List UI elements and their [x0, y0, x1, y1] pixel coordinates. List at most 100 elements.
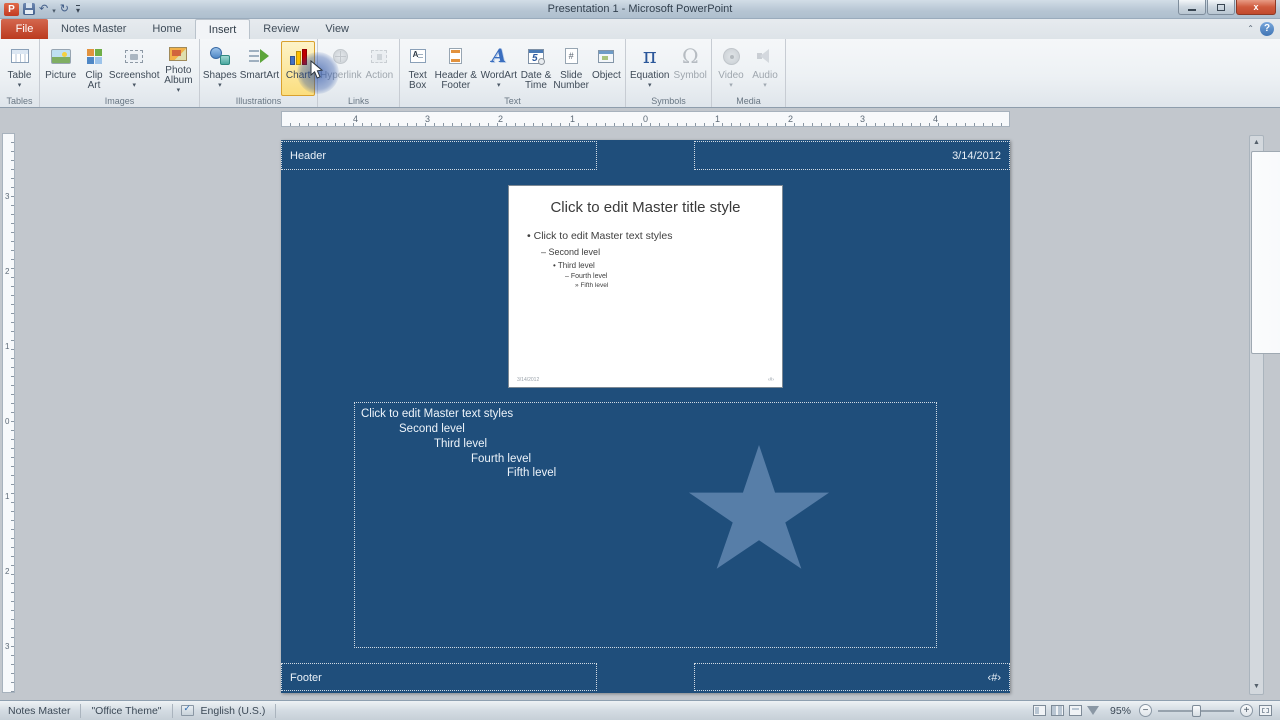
thumbnail-bullet-4: – Fourth level	[565, 273, 608, 280]
status-language[interactable]: English (U.S.)	[199, 705, 268, 717]
notes-line-1: Click to edit Master text styles	[361, 408, 514, 420]
tab-review[interactable]: Review	[250, 19, 312, 39]
zoom-slider-thumb[interactable]	[1192, 704, 1201, 717]
wordart-icon: A	[491, 44, 507, 67]
table-button[interactable]: Table ▾	[2, 41, 37, 96]
clip-art-button[interactable]: Clip Art	[79, 41, 108, 96]
date-placeholder[interactable]: 3/14/2012	[694, 141, 1010, 170]
object-icon	[598, 49, 615, 63]
equation-icon: π	[642, 43, 657, 68]
maximize-button[interactable]	[1207, 0, 1235, 15]
ribbon-group-tables: Table ▾ Tables	[0, 39, 40, 107]
picture-button[interactable]: Picture	[42, 41, 79, 96]
footer-placeholder[interactable]: Footer	[281, 663, 597, 691]
scrollbar-thumb[interactable]	[1251, 151, 1280, 354]
tab-view[interactable]: View	[312, 19, 362, 39]
slide-image-placeholder[interactable]: Click to edit Master title style • Click…	[508, 185, 783, 388]
spellcheck-icon[interactable]	[180, 703, 194, 716]
status-theme-name[interactable]: "Office Theme"	[89, 705, 163, 717]
text-box-button[interactable]: Text Box	[402, 41, 433, 96]
ribbon-group-symbols: π Equation ▾ Ω Symbol Symbols	[626, 39, 712, 107]
wordart-button[interactable]: A WordArt ▾	[478, 41, 519, 96]
slide-sorter-view-icon[interactable]	[1050, 705, 1064, 716]
notes-line-5: Fifth level	[507, 467, 557, 479]
thumbnail-bullet-2: – Second level	[541, 247, 601, 257]
notes-line-4: Fourth level	[471, 453, 532, 465]
zoom-out-button[interactable]: −	[1139, 704, 1152, 717]
fit-to-window-icon[interactable]	[1259, 705, 1272, 716]
close-button[interactable]: x	[1236, 0, 1276, 15]
object-button[interactable]: Object	[590, 41, 623, 96]
zoom-in-button[interactable]: +	[1240, 704, 1253, 717]
help-button[interactable]: ?	[1260, 22, 1274, 36]
minimize-button[interactable]	[1178, 0, 1206, 15]
symbol-icon: Ω	[681, 44, 699, 68]
powerpoint-app-icon[interactable]: P	[4, 2, 19, 16]
thumbnail-date: 3/14/2012	[517, 377, 540, 383]
screenshot-icon	[125, 49, 144, 63]
undo-dropdown-icon[interactable]: ▾	[52, 4, 56, 15]
horizontal-ruler[interactable]: 4 3 2 1 0 1 2 3 4	[281, 111, 1010, 127]
smartart-button[interactable]: SmartArt	[238, 41, 282, 96]
symbol-button: Ω Symbol	[673, 44, 707, 81]
equation-button[interactable]: π Equation ▾	[628, 41, 671, 96]
screenshot-button[interactable]: Screenshot ▾	[109, 41, 160, 96]
photo-album-button[interactable]: Photo Album ▾	[160, 41, 197, 96]
tab-notes-master[interactable]: Notes Master	[48, 19, 139, 39]
slide-number-placeholder[interactable]: ‹#›	[694, 663, 1010, 691]
clip-art-icon	[86, 48, 102, 64]
ribbon: Table ▾ Tables Picture Clip Art Screensho…	[0, 39, 1280, 108]
redo-icon[interactable]: ↻	[60, 3, 69, 15]
slide-show-view-icon[interactable]	[1086, 706, 1099, 715]
thumbnail-title: Click to edit Master title style	[550, 199, 741, 216]
ribbon-group-media: Video ▾ Audio ▾ Media	[712, 39, 786, 107]
text-box-icon	[409, 49, 426, 63]
audio-button: Audio ▾	[748, 41, 782, 96]
notes-master-page[interactable]: Header 3/14/2012 Click to edit Master ti…	[281, 140, 1010, 693]
scroll-up-icon[interactable]: ▲	[1250, 136, 1263, 150]
thumbnail-slide-number: ‹#›	[767, 377, 774, 383]
shapes-button[interactable]: Shapes ▾	[202, 41, 238, 96]
status-bar: Notes Master "Office Theme" English (U.S…	[0, 700, 1280, 720]
undo-icon[interactable]: ↶	[39, 3, 48, 15]
normal-view-icon[interactable]	[1032, 705, 1046, 716]
thumbnail-bullet-5: » Fifth level	[575, 282, 609, 289]
title-bar: P ↶ ▾ ↻ ▾ Presentation 1 - Microsoft Pow…	[0, 0, 1280, 19]
vertical-ruler[interactable]: 3 2 1 0 1 2 3	[2, 133, 15, 693]
action-icon	[371, 49, 388, 63]
notes-line-3: Third level	[434, 438, 488, 450]
mouse-cursor	[310, 60, 324, 79]
ribbon-group-images: Picture Clip Art Screenshot ▾ Photo Album…	[40, 39, 200, 107]
tab-file[interactable]: File	[1, 19, 48, 39]
date-time-icon: 5	[527, 48, 545, 65]
star-shape[interactable]	[688, 445, 830, 569]
save-icon[interactable]	[23, 3, 35, 15]
header-placeholder[interactable]: Header	[281, 141, 597, 170]
video-icon	[722, 47, 740, 65]
tab-home[interactable]: Home	[139, 19, 194, 39]
qat-customize-icon[interactable]: ▾	[75, 4, 80, 14]
ribbon-group-text: Text Box Header & Footer A WordArt▾ 5 Da…	[400, 39, 626, 107]
slide-number-button[interactable]: # Slide Number	[553, 41, 590, 96]
picture-icon	[50, 48, 71, 64]
reading-view-icon[interactable]	[1068, 705, 1082, 716]
notes-body-placeholder[interactable]: Click to edit Master text styles Second …	[354, 402, 937, 648]
thumbnail-bullet-3: • Third level	[553, 261, 595, 270]
editing-area: 4 3 2 1 0 1 2 3 4 3 2 1 0 1 2 3 Header 3…	[0, 108, 1280, 700]
zoom-percentage[interactable]: 95%	[1110, 705, 1131, 717]
action-button: Action	[362, 41, 397, 96]
audio-icon	[757, 49, 773, 63]
vertical-scrollbar[interactable]: ▲ ▼	[1249, 135, 1280, 695]
slide-number-icon: #	[564, 48, 578, 64]
status-view-name[interactable]: Notes Master	[6, 705, 72, 717]
tab-insert[interactable]: Insert	[194, 19, 251, 39]
header-footer-button[interactable]: Header & Footer	[433, 41, 478, 96]
date-time-button[interactable]: 5 Date & Time	[519, 41, 552, 96]
ribbon-tab-row: File Notes Master Home Insert Review Vie…	[0, 19, 1280, 39]
zoom-slider-track[interactable]	[1158, 704, 1234, 717]
table-icon	[10, 49, 29, 63]
shapes-icon	[209, 47, 230, 65]
minimize-ribbon-icon[interactable]: ⌃	[1247, 24, 1254, 33]
header-footer-icon	[449, 48, 463, 64]
scroll-down-icon[interactable]: ▼	[1250, 680, 1263, 694]
